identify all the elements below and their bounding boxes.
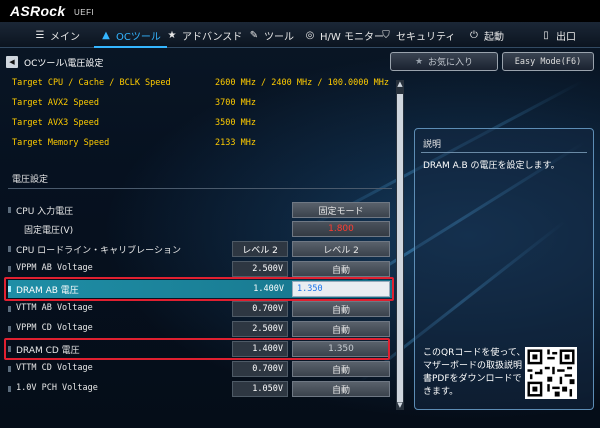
setting-value-select[interactable]: 自動 <box>292 361 390 377</box>
setting-current-value: レベル 2 <box>232 241 288 257</box>
tab-label: セキュリティ <box>396 31 456 43</box>
setting-label: 固定電圧(V) <box>24 226 74 236</box>
scroll-down-icon[interactable]: ▼ <box>396 401 404 410</box>
setting-current-value: 2.500V <box>232 321 288 337</box>
wrench-icon: ✎ <box>249 29 259 41</box>
tab-security[interactable]: ⛉ セキュリティ <box>380 22 455 48</box>
setting-value-input[interactable]: 1.800 <box>292 221 390 237</box>
tab-advanced[interactable]: ★ アドバンスド <box>166 22 243 48</box>
setting-vppm-ab[interactable]: VPPM AB Voltage 2.500V 自動 <box>8 260 392 278</box>
setting-label: VPPM CD Voltage <box>16 323 93 333</box>
brand-logo: ASRock <box>10 3 66 19</box>
target-label: Target CPU / Cache / BCLK Speed <box>12 78 171 88</box>
power-icon: ⏻ <box>470 29 478 41</box>
section-title: 電圧設定 <box>12 175 49 185</box>
row-marker <box>8 386 11 392</box>
easy-mode-button[interactable]: Easy Mode(F6) <box>502 52 594 71</box>
target-value: 2133 MHz <box>215 138 256 148</box>
row-marker <box>8 366 11 372</box>
target-row: Target CPU / Cache / BCLK Speed 2600 MHz… <box>12 78 389 88</box>
scrollbar[interactable]: ▲ ▼ <box>396 80 404 410</box>
setting-label: VTTM AB Voltage <box>16 303 93 313</box>
setting-label: CPU ロードライン・キャリブレーション <box>16 246 181 256</box>
tab-label: OCツール <box>116 31 161 43</box>
exit-icon: ▯ <box>543 29 549 41</box>
tab-label: メイン <box>50 31 80 43</box>
row-marker <box>8 326 11 332</box>
setting-label: CPU 入力電圧 <box>16 207 74 217</box>
setting-vppm-cd[interactable]: VPPM CD Voltage 2.500V 自動 <box>8 320 392 338</box>
setting-value-select[interactable]: 自動 <box>292 301 390 317</box>
target-label: Target Memory Speed <box>12 138 110 148</box>
description-title: 説明 <box>423 140 442 150</box>
setting-current-value: 2.500V <box>232 261 288 277</box>
tab-label: アドバンスド <box>182 31 243 43</box>
highlight-box <box>4 277 394 301</box>
star-icon: ★ <box>414 56 424 67</box>
tab-tool[interactable]: ✎ ツール <box>248 22 294 48</box>
favorite-label: お気に入り <box>428 58 474 68</box>
setting-current-value: 0.700V <box>232 301 288 317</box>
setting-vttm-ab[interactable]: VTTM AB Voltage 0.700V 自動 <box>8 300 392 318</box>
setting-value-select[interactable]: 自動 <box>292 321 390 337</box>
grid-icon: ☰ <box>35 29 45 41</box>
setting-label: VPPM AB Voltage <box>16 263 93 273</box>
tab-hw-monitor[interactable]: ◎ H/W モニター <box>304 22 384 48</box>
shield-icon: ⛉ <box>382 29 390 41</box>
target-row: Target AVX2 Speed 3700 MHz <box>12 98 256 108</box>
target-row: Target AVX3 Speed 3500 MHz <box>12 118 256 128</box>
setting-pch-voltage[interactable]: 1.0V PCH Voltage 1.050V 自動 <box>8 380 392 398</box>
setting-label: 1.0V PCH Voltage <box>16 383 98 393</box>
divider <box>8 188 392 189</box>
tab-label: 出口 <box>556 31 576 43</box>
tab-label: 起動 <box>484 31 504 43</box>
back-arrow-icon[interactable]: ◀ <box>6 56 18 68</box>
monitor-icon: ◎ <box>305 29 315 41</box>
setting-vttm-cd[interactable]: VTTM CD Voltage 0.700V 自動 <box>8 360 392 378</box>
setting-cpu-input-voltage[interactable]: CPU 入力電圧 固定モード <box>8 201 392 219</box>
qr-description: このQRコードを使って、マザーボードの取扱説明書PDFをダウンロードできます。 <box>423 348 526 397</box>
setting-current-value: 0.700V <box>232 361 288 377</box>
breadcrumb-text: OCツール\電圧設定 <box>24 58 104 69</box>
target-value: 2600 MHz / 2400 MHz / 100.0000 MHz <box>215 78 389 88</box>
highlight-box <box>4 338 390 360</box>
row-marker <box>8 207 11 213</box>
row-marker <box>8 306 11 312</box>
setting-value-select[interactable]: 自動 <box>292 381 390 397</box>
setting-label: VTTM CD Voltage <box>16 363 93 373</box>
tab-boot[interactable]: ⏻ 起動 <box>468 22 504 48</box>
divider <box>421 152 587 153</box>
target-label: Target AVX2 Speed <box>12 98 99 108</box>
qr-code-icon <box>525 347 577 399</box>
scroll-up-icon[interactable]: ▲ <box>396 80 404 89</box>
description-text: DRAM A.B の電圧を設定します。 <box>423 161 560 171</box>
target-value: 3500 MHz <box>215 118 256 128</box>
rocket-icon: ▲ <box>102 29 110 41</box>
tab-label: H/W モニター <box>320 31 384 43</box>
tab-oc-tweaker[interactable]: ▲ OCツール <box>94 22 167 48</box>
tab-label: ツール <box>264 31 294 43</box>
row-marker <box>8 266 11 272</box>
breadcrumb: ◀ OCツール\電圧設定 <box>6 55 103 69</box>
setting-fixed-voltage[interactable]: 固定電圧(V) 1.800 <box>8 220 392 238</box>
setting-value-select[interactable]: レベル 2 <box>292 241 390 257</box>
tab-main[interactable]: ☰ メイン <box>34 22 80 48</box>
row-marker <box>8 246 11 252</box>
setting-current-value: 1.050V <box>232 381 288 397</box>
target-label: Target AVX3 Speed <box>12 118 99 128</box>
scrollbar-thumb[interactable] <box>397 94 403 402</box>
setting-cpu-llc[interactable]: CPU ロードライン・キャリブレーション レベル 2 レベル 2 <box>8 240 392 258</box>
brand-sub: UEFI <box>74 8 95 17</box>
tab-exit[interactable]: ▯ 出口 <box>540 22 576 48</box>
favorite-button[interactable]: ★ お気に入り <box>390 52 498 71</box>
target-value: 3700 MHz <box>215 98 256 108</box>
easy-mode-label: Easy Mode(F6) <box>514 56 582 67</box>
setting-value-select[interactable]: 自動 <box>292 261 390 277</box>
setting-value-select[interactable]: 固定モード <box>292 202 390 218</box>
main-tabs: ☰ メイン ▲ OCツール ★ アドバンスド ✎ ツール ◎ H/W モニター … <box>0 22 600 48</box>
target-row: Target Memory Speed 2133 MHz <box>12 138 256 148</box>
star-icon: ★ <box>167 29 177 41</box>
description-panel: 説明 DRAM A.B の電圧を設定します。 このQRコードを使って、マザーボー… <box>414 128 594 410</box>
title-bar: ASRock UEFI <box>0 0 600 22</box>
